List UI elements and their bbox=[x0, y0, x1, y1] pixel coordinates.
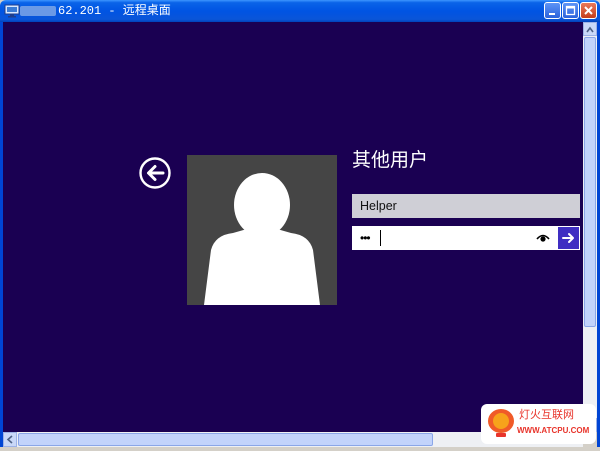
password-mask: ••• bbox=[360, 231, 371, 245]
chevron-up-icon bbox=[586, 26, 594, 33]
watermark-url: WWW.ATCPU.COM bbox=[517, 426, 590, 435]
site-watermark: 灯火互联网 WWW.ATCPU.COM bbox=[481, 404, 596, 444]
remote-desktop-viewport[interactable]: 其他用户 Helper ••• bbox=[3, 22, 583, 432]
vertical-scroll-thumb[interactable] bbox=[584, 37, 596, 327]
maximize-button[interactable] bbox=[562, 2, 579, 19]
user-silhouette-icon bbox=[204, 173, 320, 305]
arrow-right-icon bbox=[562, 233, 574, 243]
back-arrow-icon[interactable] bbox=[138, 156, 172, 190]
window-title: 62.201 - 远程桌面 bbox=[58, 4, 171, 18]
remote-desktop-icon bbox=[4, 4, 20, 18]
submit-button[interactable] bbox=[557, 226, 580, 250]
password-field[interactable]: ••• bbox=[352, 226, 557, 250]
close-icon bbox=[584, 6, 593, 15]
minimize-icon bbox=[549, 13, 555, 15]
username-field[interactable]: Helper bbox=[352, 194, 580, 218]
watermark-title: 灯火互联网 bbox=[519, 408, 574, 421]
eye-icon[interactable] bbox=[536, 233, 550, 243]
user-avatar bbox=[187, 155, 337, 305]
scroll-up-button[interactable] bbox=[583, 22, 597, 36]
minimize-button[interactable] bbox=[544, 2, 561, 19]
horizontal-scroll-thumb[interactable] bbox=[18, 433, 433, 446]
close-button[interactable] bbox=[580, 2, 597, 19]
title-bar[interactable]: 62.201 - 远程桌面 bbox=[0, 0, 600, 22]
scroll-left-button[interactable] bbox=[3, 432, 17, 447]
other-user-heading: 其他用户 bbox=[352, 150, 429, 171]
flame-logo-icon bbox=[488, 409, 514, 437]
vertical-scrollbar[interactable] bbox=[583, 22, 597, 432]
redacted-host bbox=[20, 6, 56, 16]
chevron-left-icon bbox=[6, 435, 13, 444]
maximize-icon bbox=[565, 5, 576, 16]
text-caret bbox=[380, 230, 381, 246]
